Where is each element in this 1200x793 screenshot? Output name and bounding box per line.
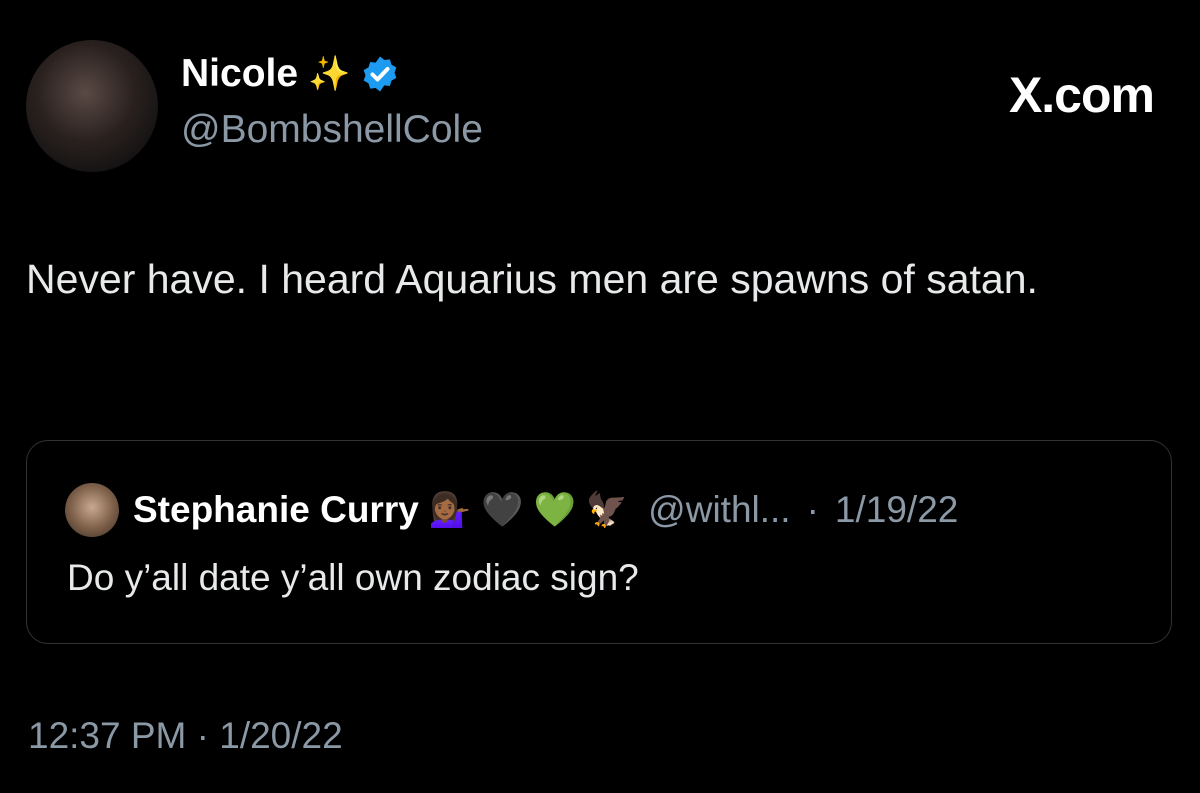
verified-badge-icon	[364, 56, 397, 92]
tweet-text: Never have. I heard Aquarius men are spa…	[26, 256, 1038, 302]
woman-tipping-hand-emoji: 💁🏾‍♀️	[428, 491, 472, 529]
eagle-emoji: 🦅	[585, 491, 629, 529]
black-heart-emoji: 🖤	[481, 491, 524, 529]
green-heart-emoji: 💚	[533, 491, 576, 529]
quoted-handle: @withl...	[648, 489, 791, 530]
quoted-tweet-header: Stephanie Curry 💁🏾‍♀️ 🖤 💚 🦅 @withl... · …	[65, 483, 958, 537]
quoted-author-avatar	[65, 483, 119, 537]
author-name[interactable]: Nicole	[181, 52, 298, 96]
quoted-date: 1/19/22	[834, 489, 959, 530]
sparkles-emoji: ✨	[308, 55, 351, 93]
quoted-author-name: Stephanie Curry	[133, 489, 419, 530]
author-name-row: Nicole ✨	[181, 52, 400, 96]
quoted-tweet-card[interactable]: Stephanie Curry 💁🏾‍♀️ 🖤 💚 🦅 @withl... · …	[26, 440, 1172, 644]
x-logo: X.com	[1008, 67, 1155, 123]
quoted-separator: ·	[806, 489, 819, 530]
quoted-tweet-text: Do y’all date y’all own zodiac sign?	[67, 557, 639, 598]
author-avatar[interactable]	[26, 40, 158, 172]
author-handle[interactable]: @BombshellCole	[181, 108, 483, 152]
tweet-timestamp[interactable]: 12:37 PM · 1/20/22	[28, 715, 343, 757]
